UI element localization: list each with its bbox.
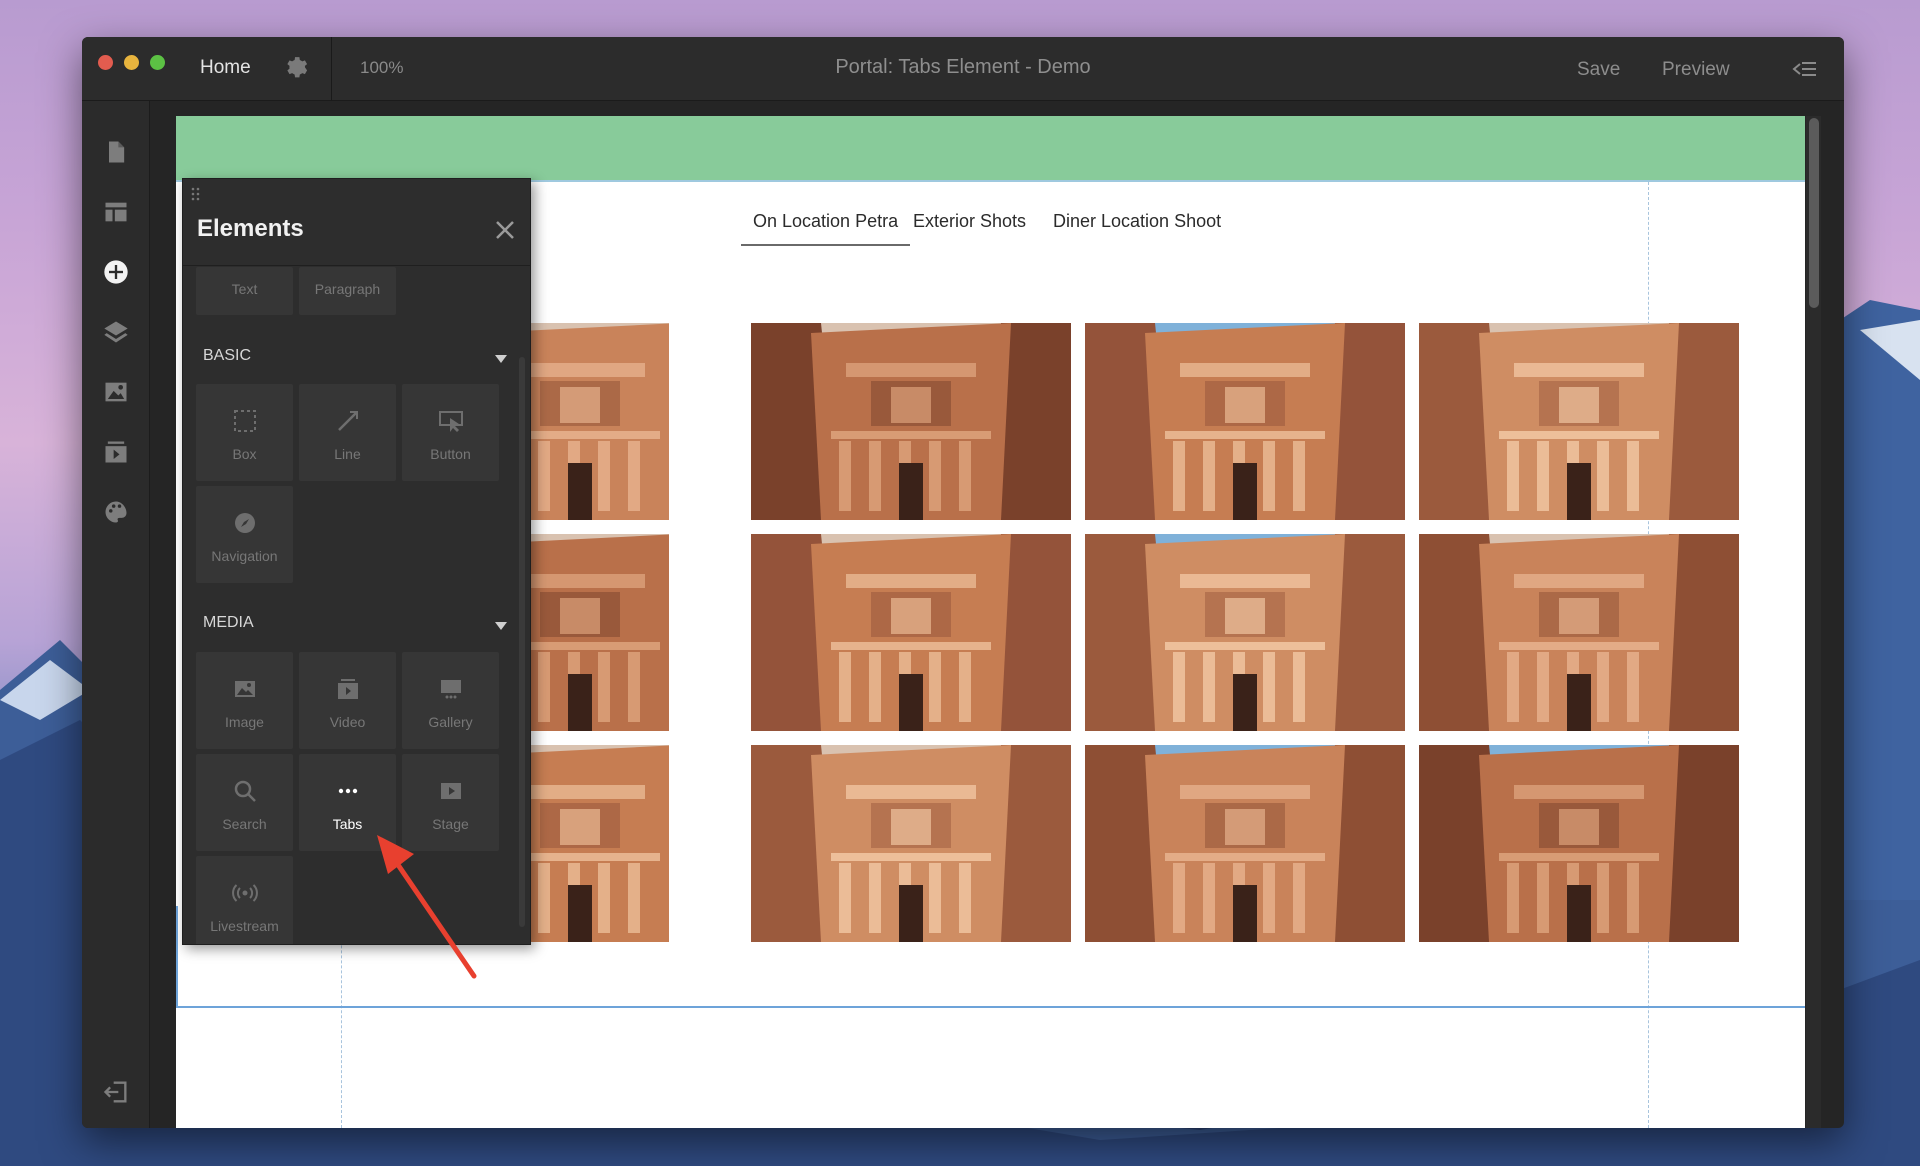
tab-on-location-petra[interactable]: On Location Petra (741, 206, 911, 246)
section-label: MEDIA (203, 614, 254, 631)
element-search[interactable]: Search (196, 754, 293, 851)
tab-exterior-shots[interactable]: Exterior Shots (901, 206, 1038, 246)
layout-icon[interactable] (102, 198, 130, 226)
title-bar: Home 100% Portal: Tabs Element - Demo Sa… (82, 37, 1844, 101)
video-icon (338, 679, 358, 699)
gallery-photo[interactable] (1419, 745, 1739, 942)
panel-title: Elements (197, 215, 304, 242)
selection-outline (176, 906, 178, 1008)
more-dots-icon (338, 788, 358, 794)
element-livestream[interactable]: Livestream (196, 856, 293, 944)
caret-down-icon (495, 355, 507, 363)
box-icon (234, 410, 256, 432)
media-icon[interactable] (102, 438, 130, 466)
gallery-photo[interactable] (1085, 323, 1405, 520)
annotation-arrow (377, 835, 477, 979)
collapse-panel-icon[interactable] (1792, 57, 1818, 81)
image-icon (235, 681, 255, 697)
preview-button[interactable]: Preview (1662, 59, 1730, 81)
layers-icon[interactable] (102, 318, 130, 346)
element-box[interactable]: Box (196, 384, 293, 481)
section-label: BASIC (203, 347, 252, 364)
close-icon[interactable] (494, 219, 516, 241)
element-label: Navigation (211, 548, 278, 564)
canvas-scrollbar-thumb[interactable] (1809, 118, 1819, 308)
save-button[interactable]: Save (1577, 59, 1620, 81)
header-section[interactable] (176, 116, 1805, 182)
element-label: Text (231, 281, 258, 297)
element-label: Line (334, 446, 361, 462)
gallery-photo[interactable] (751, 745, 1071, 942)
palette-icon[interactable] (102, 498, 130, 526)
panel-scrollbar[interactable] (519, 357, 525, 927)
element-label: Paragraph (314, 281, 381, 297)
play-box-icon (441, 783, 461, 799)
section-media[interactable]: MEDIA (183, 604, 519, 644)
compass-icon (235, 513, 255, 533)
element-label: Image (225, 714, 264, 730)
element-image[interactable]: Image (196, 652, 293, 749)
element-line[interactable]: Line (299, 384, 396, 481)
section-basic[interactable]: BASIC (183, 337, 519, 377)
element-text[interactable]: Text (196, 267, 293, 315)
element-gallery[interactable]: Gallery (402, 652, 499, 749)
element-label: Gallery (428, 714, 473, 730)
element-label: Box (232, 446, 257, 462)
element-label: Search (222, 816, 267, 832)
element-label: Button (430, 446, 471, 462)
add-element-icon[interactable] (102, 258, 130, 286)
gallery-photo[interactable] (751, 534, 1071, 731)
element-video[interactable]: Video (299, 652, 396, 749)
caret-down-icon (495, 622, 507, 630)
element-paragraph[interactable]: Paragraph (299, 267, 396, 315)
element-navigation[interactable]: Navigation (196, 486, 293, 583)
selection-outline (176, 1006, 1805, 1008)
cursor-button-icon (439, 411, 463, 432)
element-label: Livestream (210, 918, 279, 934)
gallery-photo[interactable] (1085, 745, 1405, 942)
gallery-photo[interactable] (1419, 323, 1739, 520)
gallery-photo[interactable] (751, 323, 1071, 520)
element-label: Video (329, 714, 366, 730)
gallery-icon (441, 680, 461, 699)
broadcast-icon (232, 884, 258, 902)
gallery-photo[interactable] (1419, 534, 1739, 731)
search-icon (234, 780, 256, 802)
page-icon[interactable] (102, 138, 130, 166)
tab-diner-location-shoot[interactable]: Diner Location Shoot (1041, 206, 1233, 246)
exit-icon[interactable] (102, 1078, 130, 1106)
left-toolbar (82, 101, 150, 1128)
drag-handle-icon[interactable] (190, 187, 202, 201)
line-icon (338, 411, 358, 431)
image-icon[interactable] (102, 378, 130, 406)
panel-divider (183, 265, 530, 266)
gallery-photo[interactable] (1085, 534, 1405, 731)
element-button[interactable]: Button (402, 384, 499, 481)
